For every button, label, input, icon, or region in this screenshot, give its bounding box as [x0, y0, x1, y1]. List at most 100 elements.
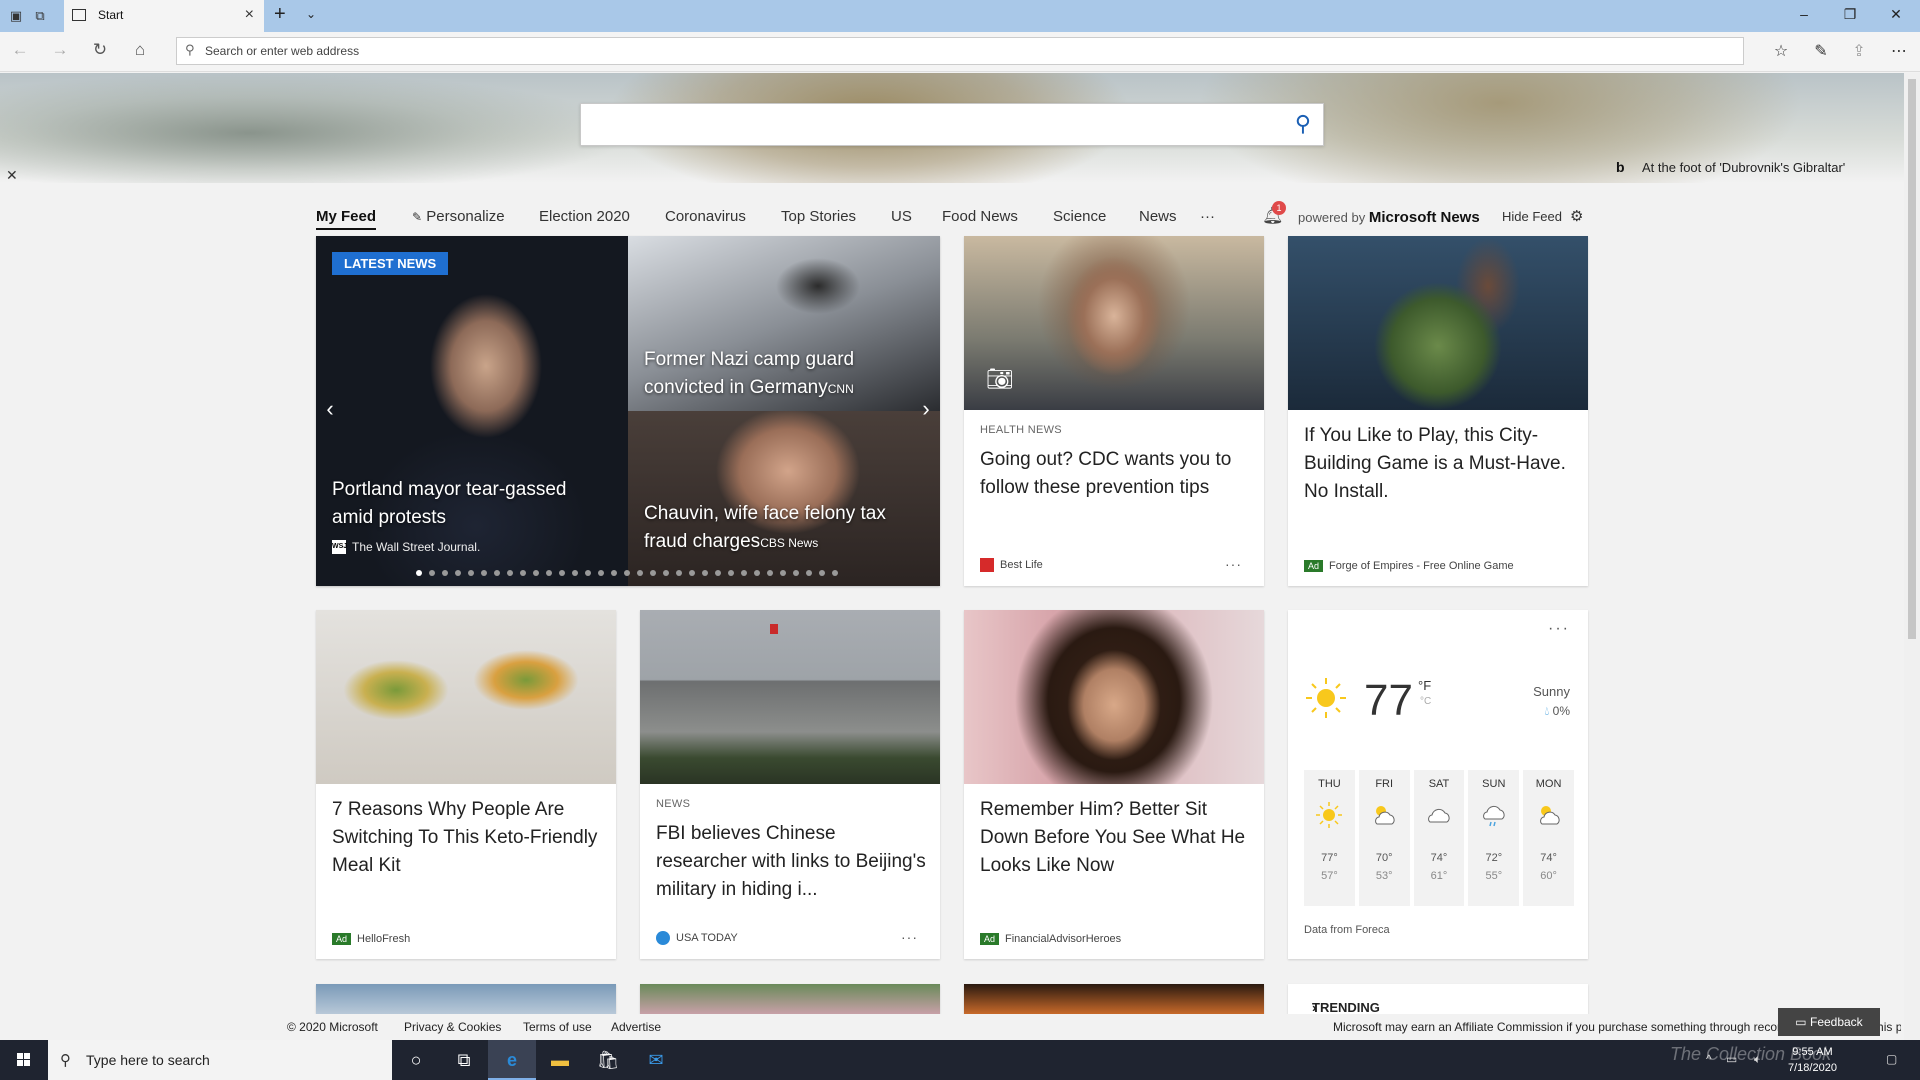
- card-cdc-tips[interactable]: 📷︎ HEALTH NEWS Going out? CDC wants you …: [964, 236, 1264, 586]
- carousel-dot[interactable]: [585, 570, 591, 576]
- feedback-button[interactable]: ▭ Feedback: [1778, 1008, 1880, 1036]
- weather-card[interactable]: ··· 77 °F °C Sunny 💧︎ 0% THU 77° 57° FRI…: [1288, 610, 1588, 959]
- weather-source[interactable]: Data from Foreca: [1304, 924, 1390, 936]
- set-aside-tabs-icon[interactable]: ⧉: [32, 8, 48, 24]
- edge-browser-icon[interactable]: e: [488, 1040, 536, 1080]
- carousel-dot[interactable]: [494, 570, 500, 576]
- weather-more-button[interactable]: ···: [1548, 620, 1570, 638]
- carousel-dot[interactable]: [507, 570, 513, 576]
- carousel-dot[interactable]: [598, 570, 604, 576]
- windows-start-icon[interactable]: [0, 1040, 48, 1080]
- carousel-dot[interactable]: [793, 570, 799, 576]
- gear-icon[interactable]: ⚙: [1570, 207, 1583, 225]
- card-fbi-researcher[interactable]: NEWS FBI believes Chinese researcher wit…: [640, 610, 940, 959]
- carousel-dot[interactable]: [624, 570, 630, 576]
- forecast-day[interactable]: THU 77° 57°: [1304, 770, 1355, 906]
- tab-science[interactable]: Science: [1053, 208, 1106, 225]
- web-search-input[interactable]: [591, 112, 1271, 138]
- carousel-dot[interactable]: [702, 570, 708, 576]
- address-bar[interactable]: ⚲: [176, 37, 1744, 65]
- web-search-box[interactable]: ⚲: [580, 103, 1324, 146]
- tab-actions-icon[interactable]: ▣: [8, 8, 24, 24]
- carousel-prev-icon[interactable]: ‹: [318, 396, 342, 422]
- carousel-dot[interactable]: [637, 570, 643, 576]
- card-title[interactable]: Going out? CDC wants you to follow these…: [980, 446, 1250, 502]
- carousel-dot[interactable]: [663, 570, 669, 576]
- back-button[interactable]: ←: [8, 40, 32, 60]
- card-row3-2[interactable]: [640, 984, 940, 1014]
- carousel-dot[interactable]: [650, 570, 656, 576]
- web-notes-icon[interactable]: ✎: [1810, 41, 1832, 61]
- carousel-dot[interactable]: [689, 570, 695, 576]
- forecast-day[interactable]: MON 74° 60°: [1523, 770, 1574, 906]
- mail-icon[interactable]: ✉: [632, 1040, 680, 1080]
- carousel-dot[interactable]: [572, 570, 578, 576]
- action-center-icon[interactable]: ▢: [1886, 1052, 1897, 1066]
- tab-election-2020[interactable]: Election 2020: [539, 208, 630, 225]
- carousel-dot[interactable]: [676, 570, 682, 576]
- latest-news-carousel[interactable]: LATEST NEWS Portland mayor tear-gassed a…: [316, 236, 940, 586]
- more-tabs-button[interactable]: ···: [1200, 208, 1215, 225]
- forecast-day[interactable]: SAT 74° 61°: [1413, 770, 1465, 906]
- carousel-dot[interactable]: [533, 570, 539, 576]
- search-icon[interactable]: ⚲: [1295, 111, 1311, 137]
- carousel-dot[interactable]: [546, 570, 552, 576]
- tab-coronavirus[interactable]: Coronavirus: [665, 208, 746, 225]
- card-title[interactable]: If You Like to Play, this City-Building …: [1304, 422, 1574, 506]
- hide-feed-button[interactable]: Hide Feed: [1502, 209, 1562, 224]
- carousel-dot[interactable]: [741, 570, 747, 576]
- forecast-day[interactable]: SUN 72° 55°: [1468, 770, 1520, 906]
- card-remember-him-ad[interactable]: Remember Him? Better Sit Down Before You…: [964, 610, 1264, 959]
- card-title[interactable]: FBI believes Chinese researcher with lin…: [656, 820, 926, 904]
- carousel-dot[interactable]: [416, 570, 422, 576]
- unit-celsius-toggle[interactable]: °C: [1420, 696, 1431, 707]
- close-window-button[interactable]: ✕: [1886, 6, 1906, 23]
- card-title[interactable]: Remember Him? Better Sit Down Before You…: [980, 796, 1250, 880]
- carousel-dot[interactable]: [819, 570, 825, 576]
- cortana-icon[interactable]: ○: [392, 1040, 440, 1080]
- card-title[interactable]: 7 Reasons Why People Are Switching To Th…: [332, 796, 602, 880]
- home-button[interactable]: ⌂: [128, 40, 152, 60]
- file-explorer-icon[interactable]: ▬: [536, 1040, 584, 1080]
- task-view-icon[interactable]: ⧉: [440, 1040, 488, 1080]
- tab-food-news[interactable]: Food News: [942, 208, 1018, 225]
- carousel-dot[interactable]: [442, 570, 448, 576]
- privacy-link[interactable]: Privacy & Cookies: [404, 1020, 501, 1034]
- card-keto-ad[interactable]: 7 Reasons Why People Are Switching To Th…: [316, 610, 616, 959]
- tab-start[interactable]: Start ×: [64, 0, 264, 32]
- carousel-dot[interactable]: [468, 570, 474, 576]
- tab-personalize[interactable]: ✎ Personalize: [412, 208, 505, 225]
- taskbar-search-input[interactable]: [86, 1050, 376, 1070]
- taskbar-search[interactable]: ⚲: [48, 1040, 392, 1080]
- forward-button[interactable]: →: [48, 40, 72, 60]
- tab-news[interactable]: News: [1139, 208, 1177, 225]
- carousel-dot[interactable]: [520, 570, 526, 576]
- unit-fahrenheit-toggle[interactable]: °F: [1418, 678, 1431, 693]
- restore-button[interactable]: ❐: [1840, 6, 1860, 23]
- refresh-button[interactable]: ↻: [88, 40, 112, 60]
- carousel-next-icon[interactable]: ›: [914, 396, 938, 422]
- carousel-dot[interactable]: [754, 570, 760, 576]
- tab-top-stories[interactable]: Top Stories: [781, 208, 856, 225]
- carousel-dot[interactable]: [806, 570, 812, 576]
- page-scrollbar[interactable]: [1904, 73, 1920, 1040]
- carousel-dot[interactable]: [455, 570, 461, 576]
- carousel-main-story[interactable]: [316, 236, 628, 586]
- minimize-button[interactable]: –: [1794, 6, 1814, 22]
- bing-logo-icon[interactable]: b: [1616, 159, 1625, 175]
- carousel-dot[interactable]: [715, 570, 721, 576]
- share-icon[interactable]: ⇪: [1848, 41, 1870, 61]
- carousel-main-title[interactable]: Portland mayor tear-gassed amid protests: [332, 476, 612, 532]
- carousel-bottom-story[interactable]: [628, 411, 940, 586]
- carousel-dot[interactable]: [728, 570, 734, 576]
- scrollbar-thumb[interactable]: [1908, 79, 1916, 639]
- carousel-top-title[interactable]: Former Nazi camp guard convicted in Germ…: [644, 346, 924, 403]
- advertise-link[interactable]: Advertise: [611, 1020, 661, 1034]
- carousel-dot[interactable]: [559, 570, 565, 576]
- settings-more-icon[interactable]: ⋯: [1888, 41, 1910, 61]
- carousel-dot[interactable]: [481, 570, 487, 576]
- terms-link[interactable]: Terms of use: [523, 1020, 592, 1034]
- tab-us[interactable]: US: [891, 208, 912, 225]
- card-row3-1[interactable]: [316, 984, 616, 1014]
- card-forge-of-empires-ad[interactable]: If You Like to Play, this City-Building …: [1288, 236, 1588, 586]
